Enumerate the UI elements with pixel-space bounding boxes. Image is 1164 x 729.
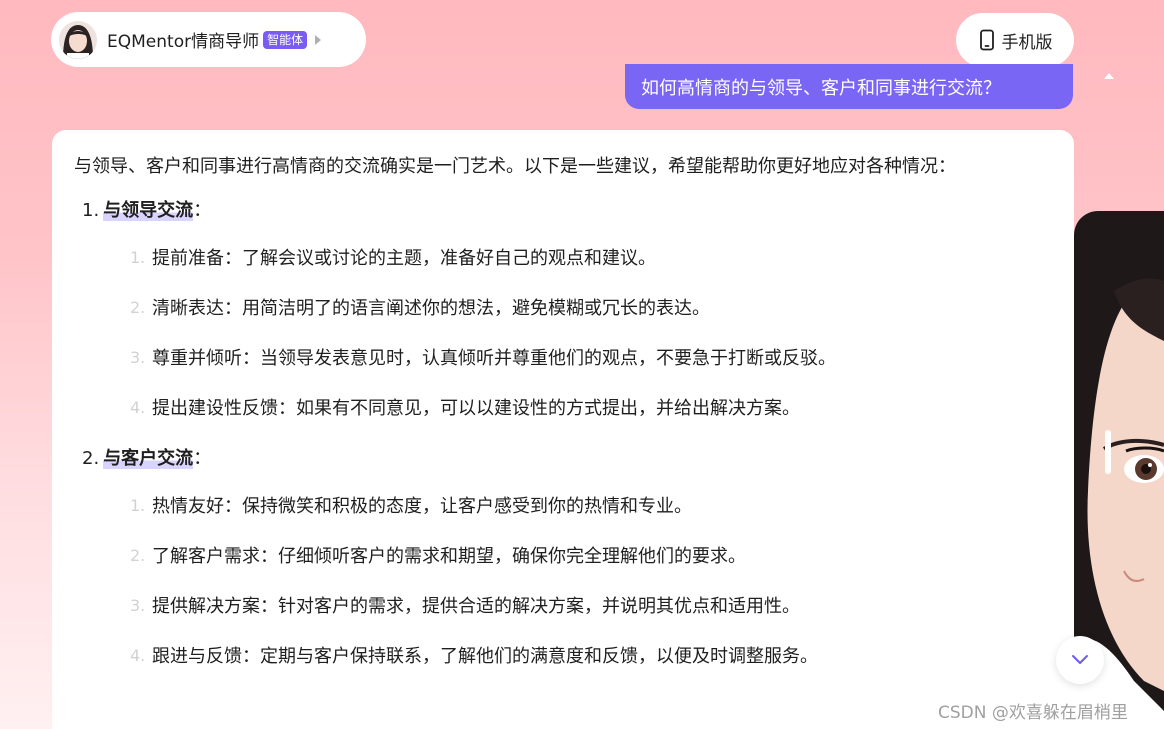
caret-up-icon[interactable]	[1103, 72, 1115, 80]
list-item: 3. 提供解决方案：针对客户的需求，提供合适的解决方案，并说明其优点和适用性。	[130, 595, 800, 618]
avatar-icon	[59, 20, 97, 59]
scrollbar-thumb[interactable]	[1105, 430, 1111, 474]
section-list-customers: 1. 热情友好：保持微笑和积极的态度，让客户感受到你的热情和专业。 2. 了解客…	[74, 480, 1052, 680]
list-item: 2. 了解客户需求：仔细倾听客户的需求和期望，确保你完全理解他们的要求。	[130, 545, 746, 568]
assistant-answer: 与领导、客户和同事进行高情商的交流确实是一门艺术。以下是一些建议，希望能帮助你更…	[52, 130, 1074, 729]
chevron-down-icon	[1072, 655, 1088, 664]
agent-header[interactable]: EQMentor情商导师 智能体	[51, 12, 366, 67]
agent-badge: 智能体	[263, 30, 308, 49]
section-title-customers: 2. 与客户交流：	[82, 448, 212, 469]
scroll-down-button[interactable]	[1056, 636, 1104, 684]
list-item: 1. 提前准备：了解会议或讨论的主题，准备好自己的观点和建议。	[130, 247, 656, 270]
user-message-text: 如何高情商的与领导、客户和同事进行交流？	[641, 77, 1001, 99]
list-item: 2. 清晰表达：用简洁明了的语言阐述你的想法，避免模糊或冗长的表达。	[130, 297, 710, 320]
mobile-version-label: 手机版	[1001, 32, 1053, 53]
list-item: 1. 热情友好：保持微笑和积极的态度，让客户感受到你的热情和专业。	[130, 495, 692, 518]
list-item: 4. 跟进与反馈：定期与客户保持联系，了解他们的满意度和反馈，以便及时调整服务。	[130, 645, 818, 668]
section-list-leaders: 1. 提前准备：了解会议或讨论的主题，准备好自己的观点和建议。 2. 清晰表达：…	[74, 232, 1052, 432]
list-item: 4. 提出建设性反馈：如果有不同意见，可以以建设性的方式提出，并给出解决方案。	[130, 397, 800, 420]
watermark: CSDN @欢喜躲在眉梢里	[938, 703, 1128, 723]
answer-intro: 与领导、客户和同事进行高情商的交流确实是一门艺术。以下是一些建议，希望能帮助你更…	[74, 156, 956, 177]
mobile-version-button[interactable]: 手机版	[956, 13, 1074, 67]
avatar	[59, 20, 97, 59]
chevron-right-icon	[315, 34, 322, 45]
list-item: 3. 尊重并倾听：当领导发表意见时，认真倾听并尊重他们的观点，不要急于打断或反驳…	[130, 347, 836, 370]
mobile-phone-icon	[979, 29, 994, 51]
section-title-leaders: 1. 与领导交流：	[82, 200, 212, 221]
agent-name: EQMentor情商导师	[107, 32, 260, 52]
user-message: 如何高情商的与领导、客户和同事进行交流？	[625, 64, 1073, 109]
